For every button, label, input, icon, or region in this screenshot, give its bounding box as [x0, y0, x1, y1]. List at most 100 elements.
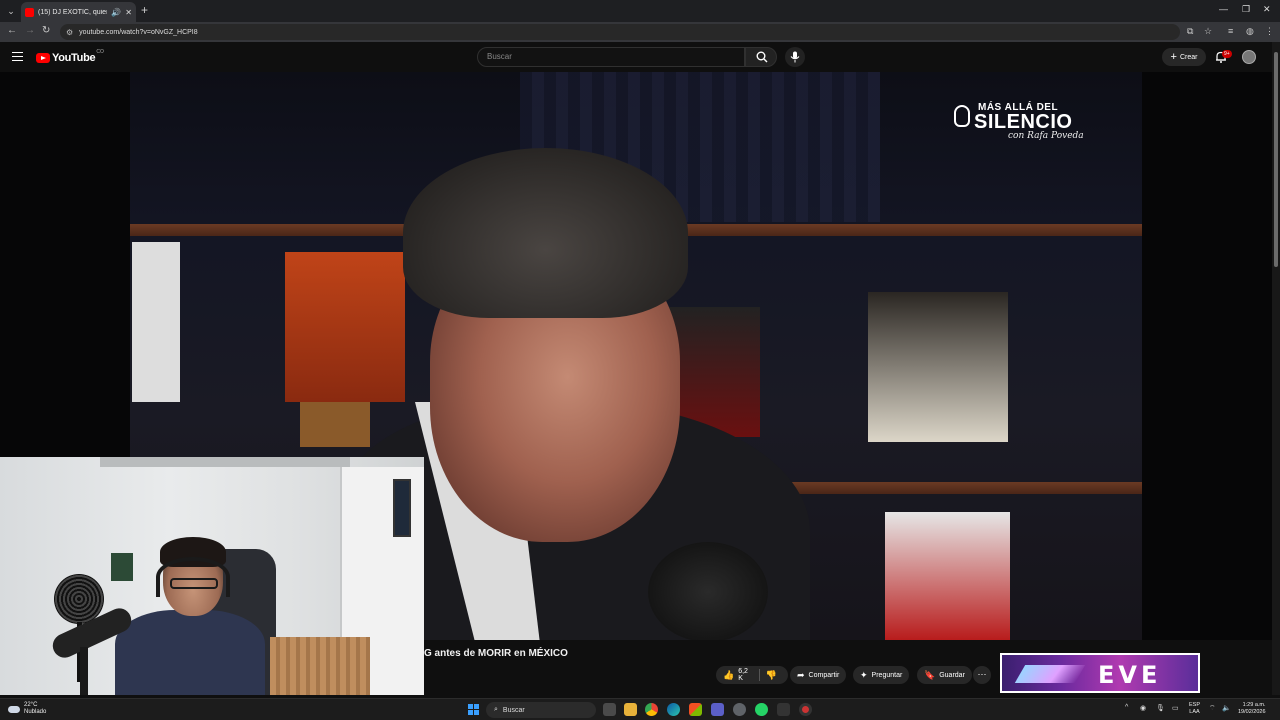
task-view-icon[interactable] [603, 703, 616, 716]
ask-label: Preguntar [871, 671, 903, 679]
save-label: Guardar [939, 671, 965, 679]
whatsapp-icon[interactable] [755, 703, 768, 716]
weather-temp: 22°C [24, 702, 38, 708]
book [885, 512, 1010, 640]
tab-search-chevron-icon[interactable]: ⌄ [4, 4, 18, 18]
tab-title: (15) DJ EXOTIC, quien está [38, 8, 107, 16]
taskbar-search[interactable]: ⌕ Buscar [486, 702, 596, 718]
logo-line2: SILENCIO [974, 111, 1073, 133]
hamburger-menu-icon[interactable] [12, 52, 23, 61]
site-info-icon[interactable]: ⚙ [66, 28, 73, 37]
chrome-icon[interactable] [645, 703, 658, 716]
cam-streamer-shirt [115, 610, 265, 695]
cam-glasses [170, 578, 218, 589]
extension-icon[interactable]: ◍ [1246, 26, 1254, 37]
cam-ceiling [100, 457, 350, 467]
browser-menu-icon[interactable]: ⋮ [1265, 26, 1274, 37]
tray-network-icon[interactable]: ◉ [1140, 704, 1146, 712]
studio-microphone [648, 542, 768, 640]
tray-wifi-icon[interactable]: ⌔ [1209, 704, 1216, 713]
teams-icon[interactable] [711, 703, 724, 716]
cam-wall-frame [393, 479, 411, 537]
tray-display-icon[interactable]: ▭ [1172, 704, 1179, 712]
url-text: youtube.com/watch?v=oNvGZ_HCPI8 [79, 28, 198, 36]
book [285, 252, 405, 402]
more-actions-button[interactable]: ⋯ [973, 666, 991, 684]
obs-record-icon[interactable] [799, 703, 812, 716]
like-thumb-icon[interactable]: 👍 [723, 670, 734, 681]
address-bar[interactable]: ⚙ youtube.com/watch?v=oNvGZ_HCPI8 [60, 24, 1180, 40]
like-count[interactable]: 6,2 K [738, 668, 753, 682]
browser-toolbar: ← → ↻ ⚙ youtube.com/watch?v=oNvGZ_HCPI8 … [0, 22, 1280, 42]
create-button[interactable]: + Crear [1162, 48, 1206, 66]
reload-icon[interactable]: ↻ [42, 25, 50, 36]
taskbar-clock[interactable]: 1:29 a.m. 19/02/2026 [1238, 702, 1266, 716]
person-hair [403, 148, 688, 318]
search-input[interactable]: Buscar [477, 47, 745, 67]
close-window-icon[interactable]: ✕ [1263, 4, 1271, 15]
store-icon[interactable] [689, 703, 702, 716]
browser-tab-active[interactable]: (15) DJ EXOTIC, quien está 🔊 ✕ [21, 2, 136, 22]
youtube-wordmark: YouTube [52, 52, 96, 64]
channel-watermark-logo: MÁS ALLÁ DEL SILENCIO con Rafa Poveda [952, 102, 1092, 141]
scrollbar-thumb[interactable] [1274, 52, 1278, 267]
app-icon[interactable] [777, 703, 790, 716]
like-divider [758, 669, 760, 681]
search-button[interactable] [745, 47, 777, 67]
ad-logo-text: EVE [1098, 661, 1162, 689]
edge-icon[interactable] [667, 703, 680, 716]
file-explorer-icon[interactable] [624, 703, 637, 716]
share-button[interactable]: ➦ Compartir [790, 666, 847, 684]
account-avatar[interactable] [1242, 50, 1256, 64]
tray-volume-icon[interactable]: 🔈 [1222, 704, 1231, 712]
cam-bed [270, 637, 370, 695]
save-button[interactable]: 🔖 Guardar [917, 666, 972, 684]
voice-search-button[interactable] [785, 47, 805, 67]
notification-badge: 9+ [1222, 50, 1232, 58]
sparkle-icon: ✦ [860, 669, 868, 680]
bookmark-star-icon[interactable]: ☆ [1204, 26, 1212, 37]
youtube-play-icon [36, 53, 50, 63]
clock-date: 19/02/2026 [1238, 709, 1266, 715]
cam-headset [156, 557, 230, 597]
dislike-thumb-icon[interactable]: 👎 [766, 670, 777, 681]
tab-close-icon[interactable]: ✕ [125, 8, 132, 17]
maximize-window-icon[interactable]: ❐ [1242, 4, 1250, 15]
share-label: Compartir [808, 671, 840, 679]
create-label: Crear [1179, 53, 1198, 61]
media-controls-icon[interactable]: ≡ [1228, 26, 1233, 36]
book [132, 242, 180, 402]
settings-gear-icon[interactable] [733, 703, 746, 716]
forward-arrow-icon[interactable]: → [25, 25, 35, 36]
weather-desc: Nublado [24, 709, 47, 715]
eve-ad-banner[interactable]: EVE [1000, 653, 1200, 693]
search-icon: ⌕ [494, 706, 498, 713]
bookmark-icon: 🔖 [924, 669, 936, 680]
install-app-icon[interactable]: ⧉ [1187, 26, 1193, 37]
video-title: G antes de MORIR en MÉXICO [424, 648, 568, 659]
logo-line3: con Rafa Poveda [1008, 131, 1084, 141]
book [868, 292, 1008, 442]
weather-widget[interactable]: 22°C Nublado [8, 702, 46, 716]
tab-audio-icon[interactable]: 🔊 [111, 8, 121, 17]
windows-start-icon[interactable] [468, 704, 479, 715]
youtube-logo[interactable]: YouTube CO [36, 49, 104, 64]
tray-chevron-icon[interactable]: ^ [1125, 704, 1128, 711]
back-arrow-icon[interactable]: ← [7, 25, 17, 36]
ask-button[interactable]: ✦ Preguntar [853, 666, 910, 684]
search-icon [756, 51, 768, 63]
ad-spaceship-graphic [1014, 665, 1086, 683]
minimize-window-icon[interactable]: — [1219, 4, 1228, 14]
language-indicator[interactable]: ESP LAA [1189, 702, 1200, 716]
tray-mic-icon[interactable]: 🎙 [1156, 704, 1165, 712]
cam-box [111, 553, 133, 581]
youtube-header: YouTube CO Buscar + Crear 9+ [0, 42, 1280, 72]
page-scrollbar[interactable] [1272, 42, 1280, 695]
microphone-icon [790, 51, 800, 63]
cam-mic-stand [80, 647, 88, 695]
like-dislike-group: 👍 6,2 K 👎 [716, 666, 788, 684]
webcam-overlay [0, 457, 424, 695]
shelf-bottom [760, 482, 1142, 494]
taskbar-search-label: Buscar [502, 706, 525, 714]
new-tab-button[interactable]: + [141, 3, 148, 17]
